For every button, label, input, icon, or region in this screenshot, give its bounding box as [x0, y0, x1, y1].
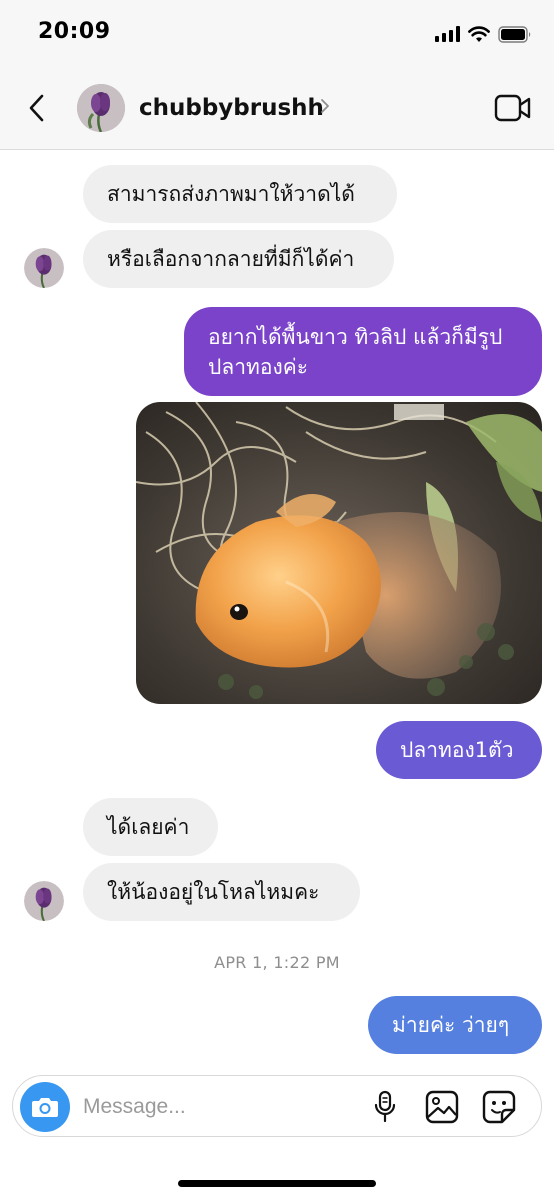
- message-text-line: อยากได้พื้นขาว ทิวลิป แล้วก็มีรูป: [208, 325, 503, 349]
- cellular-signal-icon: [435, 26, 460, 42]
- outgoing-message[interactable]: ม่ายค่ะ ว่ายๆ: [368, 996, 542, 1054]
- camera-button[interactable]: [20, 1082, 70, 1132]
- chevron-left-icon: [29, 94, 44, 122]
- message-input[interactable]: [83, 1088, 353, 1126]
- battery-icon: [498, 25, 532, 43]
- message-text: ปลาทอง1ตัว: [400, 738, 514, 762]
- chat-header: chubbybrushh: [0, 68, 554, 150]
- outgoing-message[interactable]: ปลาทอง1ตัว: [376, 721, 542, 779]
- timestamp: APR 1, 1:22 PM: [214, 953, 340, 972]
- sticker-icon: [482, 1090, 516, 1124]
- message-text: ม่ายค่ะ ว่ายๆ: [392, 1013, 510, 1037]
- photo-message-goldfish[interactable]: [136, 402, 542, 704]
- contact-username[interactable]: chubbybrushh: [139, 95, 324, 121]
- chevron-right-icon[interactable]: [320, 98, 330, 114]
- incoming-message[interactable]: ได้เลยค่า: [83, 798, 218, 856]
- status-icons: [435, 24, 532, 44]
- image-icon: [425, 1090, 459, 1124]
- message-thread: สามารถส่งภาพมาให้วาดได้ หรือเลือกจากลายท…: [0, 151, 554, 1066]
- home-indicator: [178, 1180, 376, 1187]
- wifi-icon: [468, 25, 490, 43]
- avatar[interactable]: [77, 84, 125, 132]
- message-text: ได้เลยค่า: [107, 815, 190, 839]
- message-text: สามารถส่งภาพมาให้วาดได้: [107, 182, 355, 206]
- microphone-button[interactable]: [367, 1089, 403, 1125]
- video-call-button[interactable]: [494, 92, 532, 124]
- camera-icon: [32, 1098, 58, 1117]
- gallery-button[interactable]: [424, 1089, 460, 1125]
- incoming-message[interactable]: ให้น้องอยู่ในโหลไหมคะ: [83, 863, 360, 921]
- microphone-icon: [374, 1090, 396, 1123]
- video-camera-icon: [494, 94, 531, 122]
- message-text: หรือเลือกจากลายที่มีก็ได้ค่า: [107, 247, 355, 271]
- incoming-message[interactable]: หรือเลือกจากลายที่มีก็ได้ค่า: [83, 230, 394, 288]
- avatar[interactable]: [24, 248, 64, 288]
- message-text: ให้น้องอยู่ในโหลไหมคะ: [107, 880, 320, 904]
- message-text-line: ปลาทองค่ะ: [208, 355, 309, 379]
- message-composer: [12, 1075, 542, 1137]
- avatar[interactable]: [24, 881, 64, 921]
- sticker-button[interactable]: [481, 1089, 517, 1125]
- incoming-message[interactable]: สามารถส่งภาพมาให้วาดได้: [83, 165, 397, 223]
- status-time: 20:09: [38, 19, 111, 44]
- status-bar: 20:09: [0, 0, 554, 68]
- back-button[interactable]: [20, 90, 52, 126]
- outgoing-message[interactable]: อยากได้พื้นขาว ทิวลิป แล้วก็มีรูป ปลาทอง…: [184, 307, 542, 396]
